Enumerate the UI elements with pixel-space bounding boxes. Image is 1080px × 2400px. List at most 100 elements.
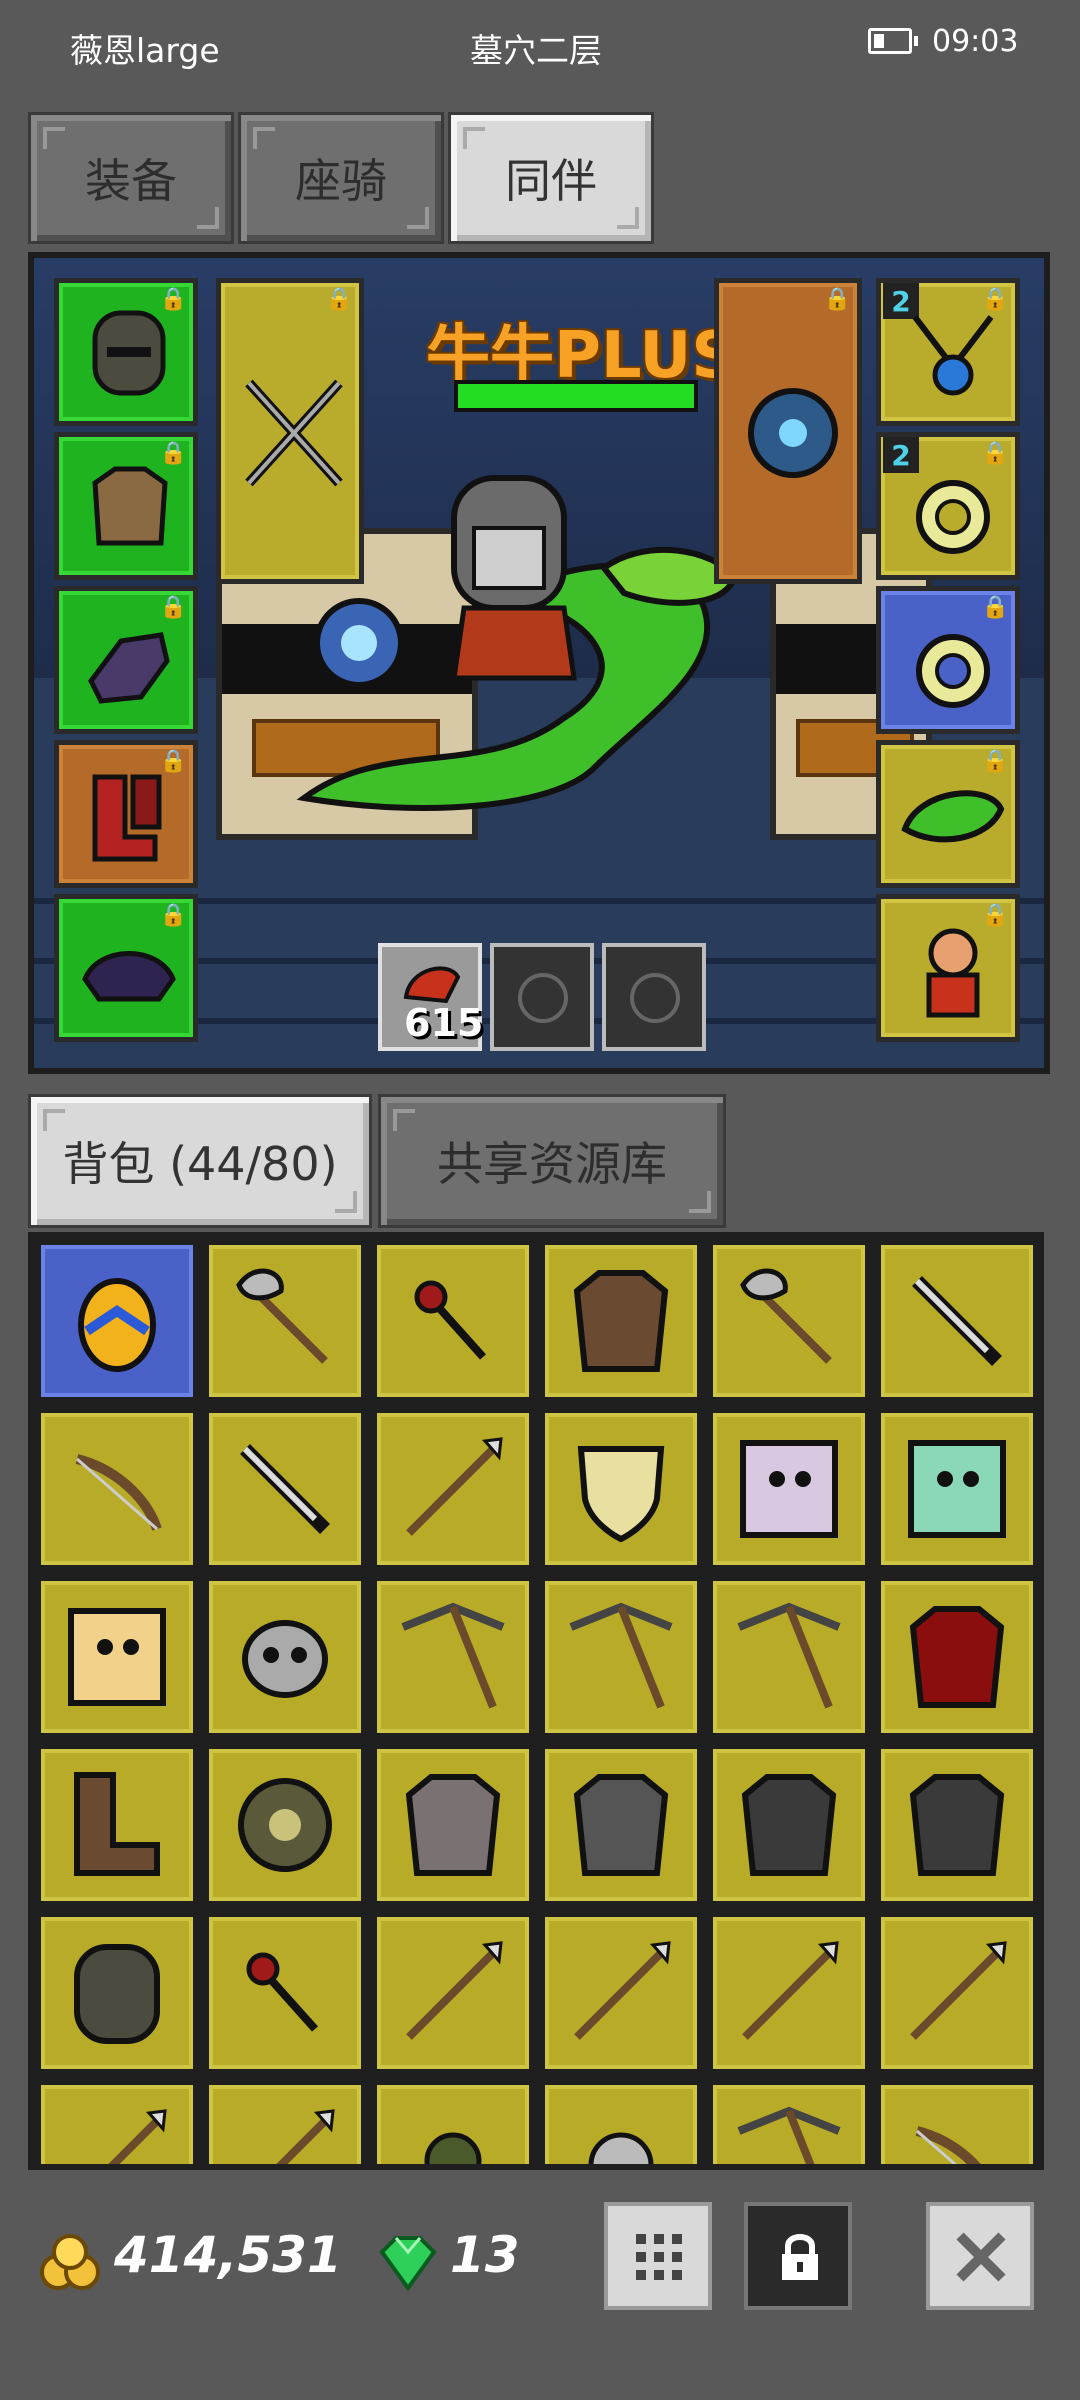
chest-armor-icon <box>92 466 168 546</box>
lock-icon: 🔒 <box>981 749 1009 774</box>
gold-amount: 414,531 <box>114 2226 342 2284</box>
inventory-slot[interactable] <box>36 2080 198 2164</box>
consumable-slot-3[interactable] <box>602 943 706 1051</box>
hp-fill <box>458 384 694 408</box>
inventory-slot[interactable] <box>876 1744 1038 1906</box>
tab-shared-storage[interactable]: 共享资源库 <box>378 1094 726 1228</box>
inventory-slot[interactable] <box>372 1912 534 2074</box>
equip-slot-boots[interactable]: 🔒 <box>54 740 198 888</box>
equip-slot-ring-1[interactable]: 2 🔒 <box>876 432 1020 580</box>
inventory-slot[interactable] <box>36 1408 198 1570</box>
inventory-slot[interactable] <box>540 1576 702 1738</box>
equip-slot-charm[interactable]: 🔒 <box>876 894 1020 1042</box>
bow-icon <box>915 2126 981 2164</box>
equip-slot-chest[interactable]: 🔒 <box>54 432 198 580</box>
companion-panel: 牛牛PLUS 🔒 🔒 🔒 🔒 🔒 🔒 🔒 2 🔒 2 🔒 🔒 🔒 🔒 615 <box>28 252 1050 1074</box>
inventory-slot[interactable] <box>372 1240 534 1402</box>
inventory-slot[interactable] <box>876 2080 1038 2164</box>
inventory-slot[interactable] <box>204 1744 366 1906</box>
empty-slot-icon <box>518 973 568 1023</box>
crossbow-icon <box>737 1602 841 1709</box>
gloves-icon <box>88 632 170 704</box>
dark-armor-icon <box>909 1774 1005 1876</box>
inventory-slot[interactable] <box>204 1408 366 1570</box>
equip-slot-offhand[interactable]: 🔒 <box>714 278 862 584</box>
green-serpent-icon <box>901 790 1005 843</box>
inventory-slot[interactable] <box>708 1912 870 2074</box>
equip-slot-trinket[interactable]: 🔒 <box>876 740 1020 888</box>
inventory-grid <box>28 1232 1044 2170</box>
inventory-slot[interactable] <box>204 1912 366 2074</box>
boots-icon <box>92 774 162 862</box>
inventory-slot[interactable] <box>540 1912 702 2074</box>
crossed-weapons-icon <box>245 379 343 487</box>
inventory-slot[interactable] <box>372 2080 534 2164</box>
inventory-slot[interactable] <box>876 1240 1038 1402</box>
mace-icon <box>414 1280 486 1360</box>
tab-equipment[interactable]: 装备 <box>28 112 234 244</box>
inventory-slot[interactable] <box>708 1408 870 1570</box>
consumable-slot-2[interactable] <box>490 943 594 1051</box>
tab-label: 装备 <box>85 154 177 208</box>
helmet-icon <box>92 310 166 396</box>
inventory-slot[interactable] <box>540 1408 702 1570</box>
tab-mount[interactable]: 座骑 <box>238 112 444 244</box>
player-name: 薇恩large <box>70 31 220 70</box>
lock-icon <box>782 2234 818 2280</box>
inventory-slot[interactable] <box>36 1240 198 1402</box>
dark-armor-icon <box>741 1774 837 1876</box>
lock-icon: 🔒 <box>159 595 187 620</box>
sort-button[interactable] <box>604 2202 712 2310</box>
tab-label: 座骑 <box>295 154 387 208</box>
consumable-slot-1[interactable]: 615 <box>378 943 483 1051</box>
equip-slot-amulet[interactable]: 2 🔒 <box>876 278 1020 426</box>
ring-icon <box>916 634 990 708</box>
inventory-slot[interactable] <box>540 1240 702 1402</box>
equip-slot-helmet[interactable]: 🔒 <box>54 278 198 426</box>
inventory-slot[interactable] <box>540 2080 702 2164</box>
grid-icon <box>636 2234 682 2280</box>
mace-icon <box>246 1952 318 2032</box>
double-axe-icon <box>236 1268 328 1364</box>
tab-backpack[interactable]: 背包 (44/80) <box>28 1094 372 1228</box>
figure-icon <box>926 928 980 1018</box>
crossbow-icon <box>737 2106 841 2164</box>
crossbow-icon <box>569 1602 673 1709</box>
companion-hp-bar <box>454 380 698 412</box>
stone-icon <box>588 2132 654 2164</box>
tab-label: 背包 (44/80) <box>62 1137 338 1191</box>
inventory-slot[interactable] <box>876 1576 1038 1738</box>
tab-companion[interactable]: 同伴 <box>448 112 654 244</box>
inventory-slot[interactable] <box>36 1576 198 1738</box>
inventory-slot[interactable] <box>36 1912 198 2074</box>
inventory-slot[interactable] <box>708 1576 870 1738</box>
inventory-slot[interactable] <box>204 1576 366 1738</box>
inventory-slot[interactable] <box>204 1240 366 1402</box>
inventory-slot[interactable] <box>708 1744 870 1906</box>
red-demon-armor-icon <box>909 1606 1005 1708</box>
shield-icon <box>577 1446 665 1543</box>
equip-slot-weapon[interactable]: 🔒 <box>216 278 364 584</box>
equip-slot-shoulders[interactable]: 🔒 <box>54 894 198 1042</box>
amulet-icon <box>912 315 994 396</box>
inventory-slot[interactable] <box>540 1744 702 1906</box>
tab-label: 同伴 <box>505 154 597 208</box>
ring-icon <box>916 480 990 554</box>
inventory-slot[interactable] <box>708 1240 870 1402</box>
inventory-slot[interactable] <box>372 1744 534 1906</box>
battle-axe-icon <box>740 1268 832 1364</box>
lock-toggle-button[interactable] <box>744 2202 852 2310</box>
inventory-slot[interactable] <box>876 1408 1038 1570</box>
close-button[interactable] <box>926 2202 1034 2310</box>
inventory-slot[interactable] <box>372 1408 534 1570</box>
egg-icon <box>78 1278 156 1372</box>
inventory-slot[interactable] <box>36 1744 198 1906</box>
inventory-slot[interactable] <box>708 2080 870 2164</box>
inventory-slot[interactable] <box>204 2080 366 2164</box>
inventory-slot[interactable] <box>372 1576 534 1738</box>
equip-slot-ring-2[interactable]: 🔒 <box>876 586 1020 734</box>
equip-slot-gloves[interactable]: 🔒 <box>54 586 198 734</box>
bow-icon <box>75 1454 162 1531</box>
inventory-slot[interactable] <box>876 1912 1038 2074</box>
gem-amount: 13 <box>450 2226 520 2284</box>
